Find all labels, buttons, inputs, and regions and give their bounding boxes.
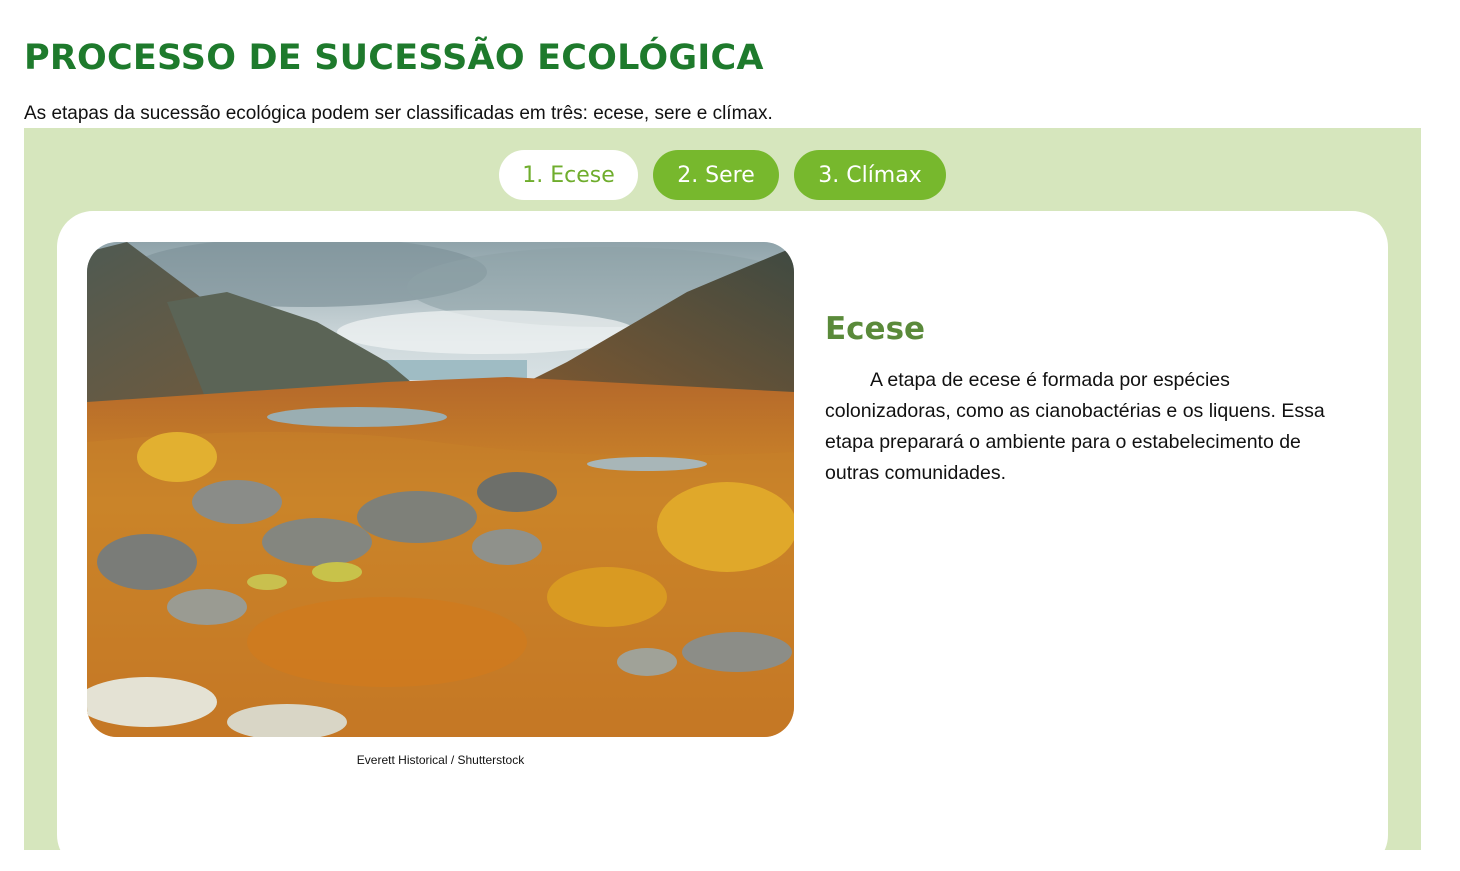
tab-climax[interactable]: 3. Clímax	[794, 150, 946, 200]
content-panel: 1. Ecese 2. Sere 3. Clímax Everett Histo…	[24, 128, 1421, 871]
stage-heading: Ecese	[825, 311, 926, 347]
tab-sere[interactable]: 2. Sere	[653, 150, 779, 200]
stage-card: Everett Historical / Shutterstock Ecese …	[57, 211, 1388, 871]
photo-credit: Everett Historical / Shutterstock	[356, 753, 525, 767]
landscape-photo	[87, 242, 794, 737]
page-intro: As etapas da sucessão ecológica podem se…	[24, 103, 773, 124]
stage-tabs: 1. Ecese 2. Sere 3. Clímax	[24, 150, 1421, 200]
page-title: PROCESSO DE SUCESSÃO ECOLÓGICA	[24, 38, 764, 78]
stage-description: A etapa de ecese é formada por espécies …	[825, 369, 1325, 484]
tab-ecese[interactable]: 1. Ecese	[499, 150, 638, 200]
